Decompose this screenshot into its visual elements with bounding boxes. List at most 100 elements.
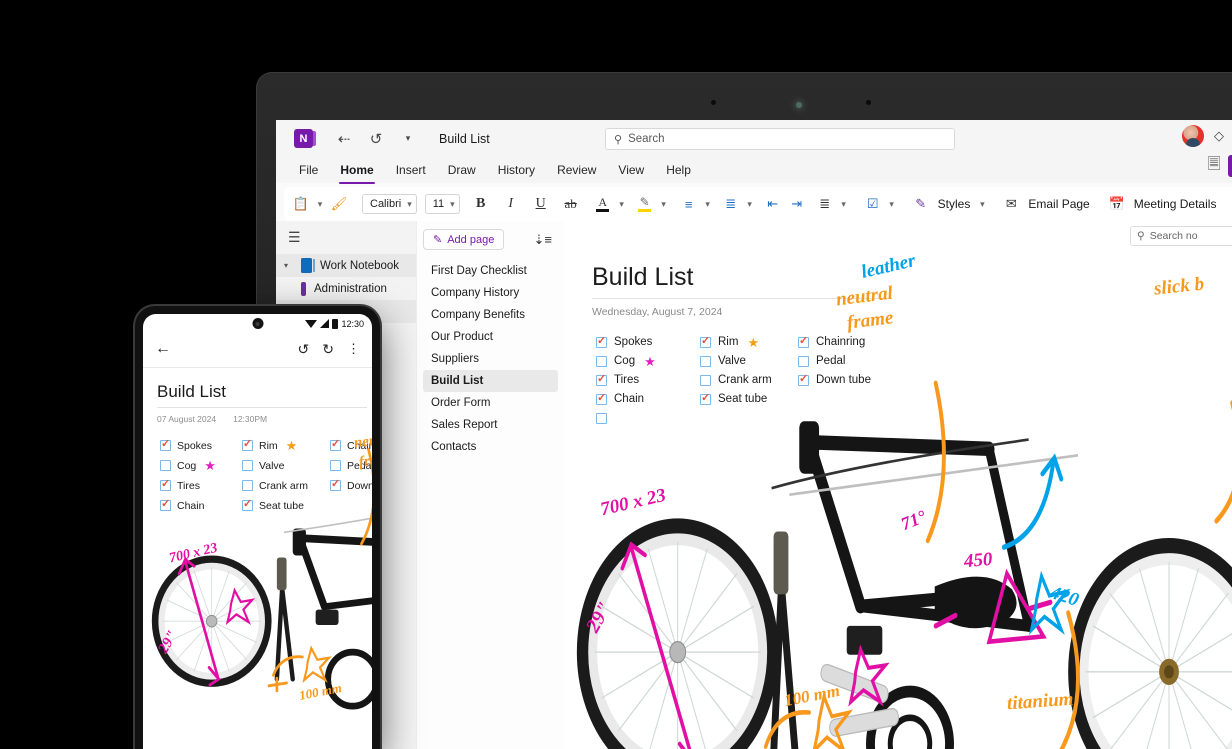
sort-icon[interactable]: ⇣≡ bbox=[534, 232, 558, 248]
paste-icon[interactable]: 📋 bbox=[290, 192, 312, 216]
font-size-select[interactable]: 11 ▾ bbox=[424, 194, 460, 214]
checkbox[interactable] bbox=[798, 355, 809, 367]
email-page-button[interactable]: Email Page bbox=[1024, 197, 1093, 211]
front-camera-icon bbox=[252, 318, 263, 329]
checkbox[interactable] bbox=[596, 334, 607, 348]
checkbox[interactable] bbox=[330, 437, 341, 451]
note-canvas: ⚲ Search no Build List Wednesday, August… bbox=[564, 221, 1232, 749]
diamond-icon[interactable]: ◇ bbox=[1214, 128, 1224, 144]
bold-button[interactable]: B bbox=[470, 192, 492, 216]
checkbox[interactable] bbox=[700, 355, 711, 367]
bullet-chevron-down-icon[interactable]: ▾ bbox=[702, 192, 714, 216]
numbered-list-icon[interactable]: ≣ bbox=[720, 192, 742, 216]
add-page-icon: ✎ bbox=[433, 234, 443, 246]
phone-screen: 12:30 ← ↺ ↻ ⋮ Build List 07 August 2024 … bbox=[143, 314, 372, 749]
notebook-label: Work Notebook bbox=[320, 259, 400, 272]
underline-button[interactable]: U bbox=[530, 192, 552, 216]
paste-chevron-down-icon[interactable]: ▾ bbox=[314, 192, 326, 216]
avatar[interactable] bbox=[1182, 125, 1204, 147]
sticky-note-icon[interactable]: 🗏 bbox=[1205, 156, 1223, 175]
checkbox[interactable] bbox=[596, 355, 607, 367]
checkbox[interactable] bbox=[596, 372, 607, 386]
search-icon: ⚲ bbox=[614, 133, 623, 146]
checkbox[interactable] bbox=[700, 391, 711, 405]
align-chevron-down-icon[interactable]: ▾ bbox=[838, 192, 850, 216]
laptop-device: N ⇠ ↺ ▾ Build List ⚲ Search ◇ — File Hom… bbox=[256, 72, 1232, 749]
tab-view[interactable]: View bbox=[607, 160, 655, 180]
numbered-chevron-down-icon[interactable]: ▾ bbox=[744, 192, 756, 216]
tab-home[interactable]: Home bbox=[329, 160, 384, 184]
tags-chevron-down-icon[interactable]: ▾ bbox=[886, 192, 898, 216]
todo-label: Seat tube bbox=[718, 393, 768, 405]
notebook-search-input[interactable]: ⚲ Search no bbox=[1130, 226, 1232, 246]
undo-icon[interactable]: ↺ bbox=[363, 126, 389, 152]
todo-item bbox=[798, 391, 1232, 407]
tab-draw[interactable]: Draw bbox=[437, 160, 487, 180]
page-item-first-day-checklist[interactable]: First Day Checklist bbox=[423, 260, 558, 282]
tab-insert[interactable]: Insert bbox=[385, 160, 437, 180]
highlight-chevron-down-icon[interactable]: ▾ bbox=[658, 192, 670, 216]
notebook-work-notebook[interactable]: ▾ Work Notebook bbox=[276, 254, 416, 277]
menubar-right-group: 🗏 ✉ bbox=[1205, 155, 1232, 177]
search-input[interactable]: ⚲ Search bbox=[605, 128, 955, 150]
add-page-button[interactable]: ✎ Add page bbox=[423, 229, 505, 250]
page-item-sales-report[interactable]: Sales Report bbox=[423, 414, 558, 436]
meeting-details-button[interactable]: Meeting Details bbox=[1130, 197, 1221, 211]
undo-icon[interactable]: ↺ bbox=[298, 341, 310, 358]
styles-chevron-down-icon[interactable]: ▾ bbox=[976, 192, 988, 216]
todo-label: Pedal bbox=[816, 355, 846, 367]
checkbox[interactable] bbox=[596, 391, 607, 405]
font-family-select[interactable]: Calibri ▾ bbox=[362, 194, 417, 214]
checkbox[interactable] bbox=[242, 460, 253, 471]
more-vertical-icon[interactable]: ⋮ bbox=[347, 341, 360, 357]
cable bbox=[789, 454, 1079, 497]
bullet-list-icon[interactable]: ≡ bbox=[678, 192, 700, 216]
checkbox[interactable] bbox=[160, 437, 171, 451]
email-icon: ✉ bbox=[1005, 196, 1017, 211]
checkbox[interactable] bbox=[330, 460, 341, 471]
page-item-contacts[interactable]: Contacts bbox=[423, 436, 558, 458]
chevron-down-icon: ▾ bbox=[407, 198, 412, 209]
strikethrough-button[interactable]: ab bbox=[560, 192, 582, 216]
tags-icon[interactable]: ☑ bbox=[862, 192, 884, 216]
phone-steerer bbox=[276, 557, 287, 591]
tab-history[interactable]: History bbox=[487, 160, 546, 180]
share-button[interactable]: ✉ bbox=[1228, 155, 1232, 177]
page-item-suppliers[interactable]: Suppliers bbox=[423, 348, 558, 370]
page-item-our-product[interactable]: Our Product bbox=[423, 326, 558, 348]
phone-bicycle-illustration bbox=[151, 447, 372, 710]
tab-file[interactable]: File bbox=[288, 160, 329, 180]
checkbox[interactable] bbox=[700, 374, 711, 386]
back-icon[interactable]: ← bbox=[155, 340, 171, 358]
phone-device: 12:30 ← ↺ ↻ ⋮ Build List 07 August 2024 … bbox=[135, 306, 380, 749]
checkbox[interactable] bbox=[700, 334, 711, 348]
checkbox[interactable] bbox=[798, 372, 809, 386]
chevron-down-icon[interactable]: ▾ bbox=[395, 126, 421, 152]
page-item-order-form[interactable]: Order Form bbox=[423, 392, 558, 414]
phone-clock: 12:30 bbox=[341, 318, 364, 329]
align-icon[interactable]: ≣ bbox=[814, 192, 836, 216]
todo-item: Chainring bbox=[798, 334, 1232, 350]
redo-icon[interactable]: ↻ bbox=[322, 341, 334, 358]
tab-review[interactable]: Review bbox=[546, 160, 607, 180]
page-item-company-benefits[interactable]: Company Benefits bbox=[423, 304, 558, 326]
back-icon[interactable]: ⇠ bbox=[331, 126, 357, 152]
checkbox[interactable] bbox=[798, 334, 809, 348]
font-color-chevron-down-icon[interactable]: ▾ bbox=[616, 192, 628, 216]
decrease-indent-icon[interactable]: ⇤ bbox=[762, 192, 784, 216]
hamburger-menu-icon[interactable]: ☰ bbox=[276, 223, 416, 254]
page-item-build-list[interactable]: Build List bbox=[423, 370, 558, 392]
notebook-icon bbox=[301, 258, 315, 273]
sidebar-item-administration[interactable]: Administration bbox=[276, 277, 416, 300]
checkbox[interactable] bbox=[160, 460, 171, 471]
page-item-company-history[interactable]: Company History bbox=[423, 282, 558, 304]
tab-help[interactable]: Help bbox=[655, 160, 702, 180]
checkbox[interactable] bbox=[242, 437, 253, 451]
highlight-icon[interactable]: ✎ bbox=[634, 192, 656, 216]
increase-indent-icon[interactable]: ⇥ bbox=[786, 192, 808, 216]
styles-button[interactable]: Styles bbox=[934, 197, 975, 211]
format-painter-icon[interactable]: 🖌 bbox=[328, 192, 350, 216]
phone-page-title[interactable]: Build List bbox=[157, 382, 372, 402]
font-color-icon[interactable]: A bbox=[592, 192, 614, 216]
italic-button[interactable]: I bbox=[500, 192, 522, 216]
